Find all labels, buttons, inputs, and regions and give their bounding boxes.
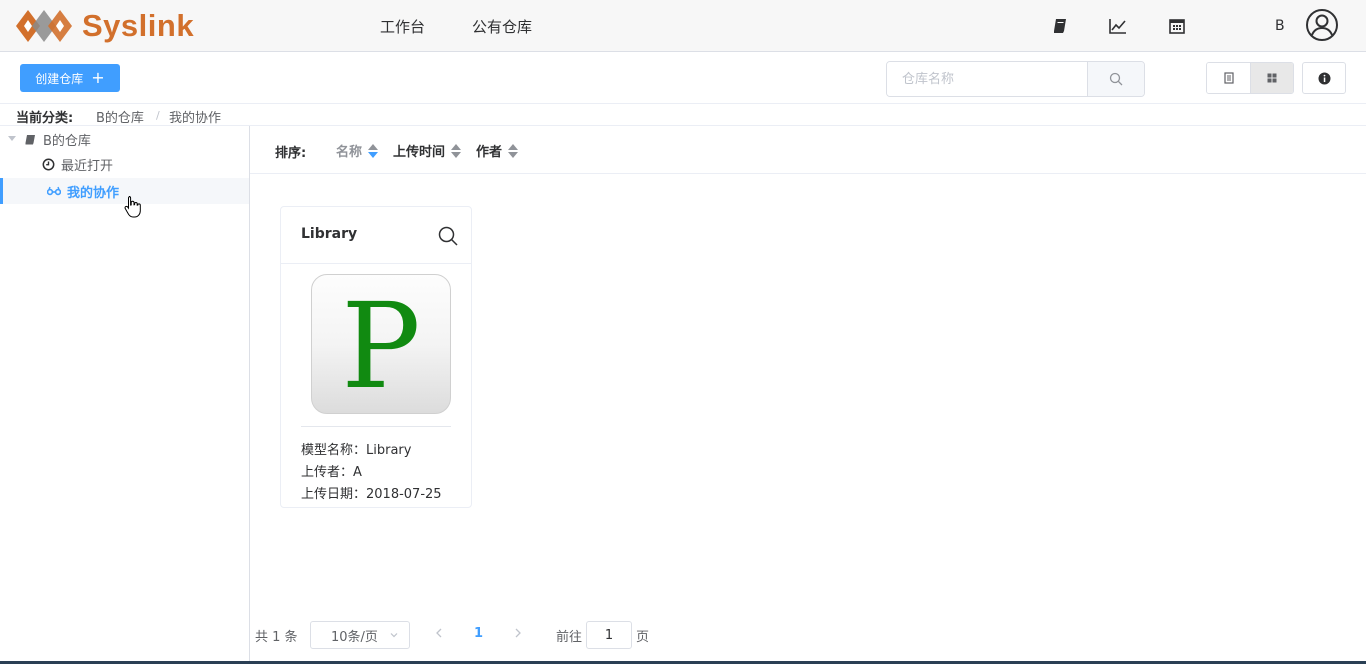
card-model-name: 模型名称：Library [301,443,412,458]
info-icon [1318,72,1330,84]
search-icon[interactable] [437,225,459,247]
breadcrumb-separator: / [156,109,160,122]
top-bar: Syslink 工作台 公有仓库 B [0,0,1366,52]
search-button[interactable] [1087,62,1144,96]
grid-view-icon [1267,73,1277,83]
calendar-icon[interactable] [1167,16,1187,36]
breadcrumb-item[interactable]: 我的协作 [169,107,221,126]
chevron-left-icon[interactable] [433,626,445,640]
nav-workbench[interactable]: 工作台 [380,0,425,52]
plus-icon: + [91,68,105,87]
chevron-down-icon [390,633,398,638]
grid-view-button[interactable] [1250,63,1293,93]
thumbnail-letter: P [341,277,421,414]
tree-root[interactable]: B的仓库 [0,126,249,152]
view-mode-group [1206,62,1294,94]
repo-card[interactable]: Library P 模型名称：Library 上传者：A 上传日期：2018-0… [280,206,472,508]
book-icon [25,134,35,144]
card-thumbnail[interactable]: P [311,274,451,414]
sort-arrows-icon[interactable] [508,143,519,158]
syslink-logo-icon [16,10,72,42]
brand-name: Syslink [82,8,195,43]
clock-icon [42,158,55,170]
card-header: Library [281,207,471,264]
sidebar: B的仓库 最近打开 我的协作 [0,126,250,664]
repo-search [886,61,1145,97]
goto-page-input[interactable] [586,621,632,649]
sidebar-item-label: 我的协作 [67,185,120,201]
caret-down-icon[interactable] [8,136,16,141]
page-number[interactable]: 1 [474,626,483,641]
sort-arrows-icon[interactable] [368,143,379,158]
chevron-right-icon[interactable] [512,626,524,640]
sort-arrows-icon[interactable] [451,143,462,158]
repo-search-input[interactable] [887,62,1087,96]
user-initial: B [1275,18,1285,34]
user-avatar-icon[interactable] [1305,8,1339,42]
line-chart-icon[interactable] [1108,16,1128,36]
create-repo-label: 创建仓库 [35,71,84,86]
breadcrumb-item[interactable]: B的仓库 [96,107,144,126]
page-size-value: 10条/页 [331,629,378,645]
card-upload-date: 上传日期：2018-07-25 [301,487,442,502]
sidebar-item-label: 最近打开 [61,158,114,174]
list-view-icon [1223,72,1234,84]
sidebar-item-collaboration[interactable]: 我的协作 [0,178,249,204]
pagination: 共 1 条 10条/页 1 前往 页 [250,618,750,650]
search-icon [1109,72,1123,86]
page-size-select[interactable]: 10条/页 [310,621,410,649]
card-uploader: 上传者：A [301,465,362,480]
sort-option-label: 作者 [476,145,503,160]
sort-option-label: 名称 [336,145,363,160]
sort-by-author[interactable]: 作者 [476,141,519,160]
card-divider [301,426,451,427]
info-button[interactable] [1302,62,1346,94]
page-suffix: 页 [636,630,650,645]
sort-label: 排序: [275,146,307,161]
book-icon[interactable] [1051,16,1071,36]
card-title: Library [301,226,358,242]
list-view-button[interactable] [1207,63,1250,93]
breadcrumb: 当前分类: B的仓库 / 我的协作 [0,103,1366,126]
logo[interactable]: Syslink [14,6,194,46]
sort-by-name[interactable]: 名称 [336,141,379,160]
sidebar-item-recent[interactable]: 最近打开 [0,151,249,177]
nav-public-repo[interactable]: 公有仓库 [472,0,532,52]
goto-label: 前往 [556,630,583,645]
create-repo-button[interactable]: 创建仓库 + [20,64,120,92]
pagination-total: 共 1 条 [255,630,298,645]
breadcrumb-label: 当前分类: [16,111,74,126]
tree-root-label: B的仓库 [43,133,91,149]
collaboration-icon [47,186,61,196]
sort-by-upload-time[interactable]: 上传时间 [393,141,462,160]
sort-option-label: 上传时间 [393,145,446,160]
sort-bar: 排序: 名称 上传时间 作者 [250,126,1366,174]
